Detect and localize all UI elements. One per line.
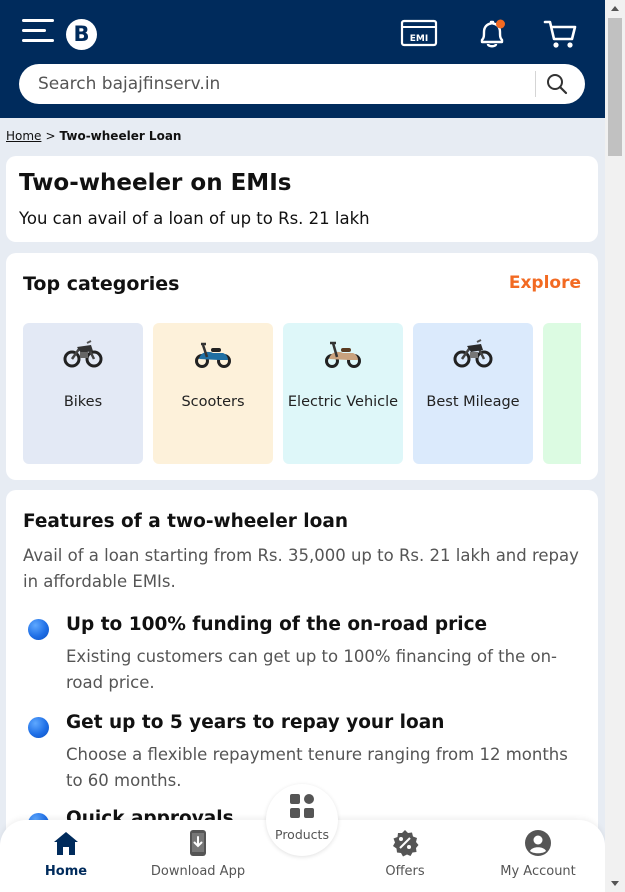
breadcrumb-home-link[interactable]: Home — [6, 129, 41, 143]
page-scrollbar[interactable] — [605, 0, 625, 892]
feature-title: Up to 100% funding of the on-road price — [66, 614, 488, 635]
scroll-down-arrow-icon[interactable] — [611, 881, 619, 886]
account-avatar-icon — [525, 830, 551, 856]
nav-products[interactable]: Products — [266, 784, 338, 856]
search-icon[interactable] — [545, 72, 569, 96]
categories-heading: Top categories — [23, 273, 180, 295]
feature-description: Existing customers can get up to 100% fi… — [66, 647, 557, 692]
nav-label: Home — [44, 864, 88, 879]
notification-dot — [496, 19, 505, 29]
search-divider — [535, 71, 536, 97]
category-partial[interactable]: To — [543, 323, 581, 464]
scroll-thumb[interactable] — [608, 18, 622, 156]
breadcrumb-separator: > — [45, 129, 56, 143]
app-header: B EMI Search bajajfinserv.in — [0, 0, 605, 118]
features-heading: Features of a two-wheeler loan — [23, 511, 349, 532]
category-label: Bikes — [63, 394, 103, 410]
scroll-up-arrow-icon[interactable] — [611, 6, 619, 11]
feature-title: Get up to 5 years to repay your loan — [66, 712, 445, 733]
nav-label: Download App — [150, 864, 246, 879]
feature-description: Choose a flexible repayment tenure rangi… — [66, 745, 568, 790]
offers-badge-icon — [393, 830, 419, 857]
nav-home[interactable]: Home — [11, 820, 121, 892]
category-label: Best Mileage — [426, 394, 520, 410]
breadcrumb-current: Two-wheeler Loan — [59, 129, 182, 143]
nav-label: Products — [275, 827, 329, 842]
page-subtitle: You can avail of a loan of up to Rs. 21 … — [19, 209, 370, 228]
explore-link[interactable]: Explore — [509, 273, 581, 293]
hero-card: Two-wheeler on EMIs You can avail of a l… — [6, 156, 598, 242]
notification-bell-icon[interactable] — [473, 16, 511, 52]
category-label: Electric Vehicle — [287, 394, 399, 410]
page-title: Two-wheeler on EMIs — [19, 170, 292, 196]
top-categories-card: Top categories Explore Bikes Scooters El… — [6, 253, 598, 480]
nav-offers[interactable]: Offers — [350, 820, 460, 892]
breadcrumb: Home > Two-wheeler Loan — [6, 129, 181, 143]
electric-scooter-icon — [325, 341, 361, 368]
search-bar[interactable]: Search bajajfinserv.in — [19, 64, 585, 104]
products-grid-icon — [290, 794, 314, 818]
hamburger-menu-icon[interactable] — [22, 18, 56, 44]
bullet-dot-icon — [28, 717, 49, 738]
nav-label: My Account — [500, 864, 576, 879]
category-best-mileage[interactable]: Best Mileage — [413, 323, 533, 464]
nav-download-app[interactable]: Download App — [143, 820, 253, 892]
emi-card-icon[interactable]: EMI — [400, 16, 438, 52]
bajaj-logo[interactable]: B — [66, 19, 97, 50]
cart-icon[interactable] — [541, 16, 579, 52]
search-input[interactable]: Search bajajfinserv.in — [38, 74, 220, 94]
category-electric-vehicle[interactable]: Electric Vehicle — [283, 323, 403, 464]
motorbike-icon — [63, 340, 103, 368]
nav-label: Offers — [385, 864, 425, 879]
svg-text:EMI: EMI — [410, 34, 428, 44]
nav-my-account[interactable]: My Account — [483, 820, 593, 892]
category-bikes[interactable]: Bikes — [23, 323, 143, 464]
category-label: Scooters — [181, 394, 245, 410]
category-scooters[interactable]: Scooters — [153, 323, 273, 464]
scooter-icon — [195, 342, 231, 368]
bullet-dot-icon — [28, 619, 49, 640]
motorbike-icon — [453, 339, 493, 368]
home-icon — [54, 832, 78, 855]
features-intro: Avail of a loan starting from Rs. 35,000… — [23, 546, 579, 591]
category-carousel[interactable]: Bikes Scooters Electric Vehicle Best Mil… — [23, 323, 581, 464]
download-app-icon — [190, 830, 206, 856]
category-label: To — [543, 394, 581, 410]
